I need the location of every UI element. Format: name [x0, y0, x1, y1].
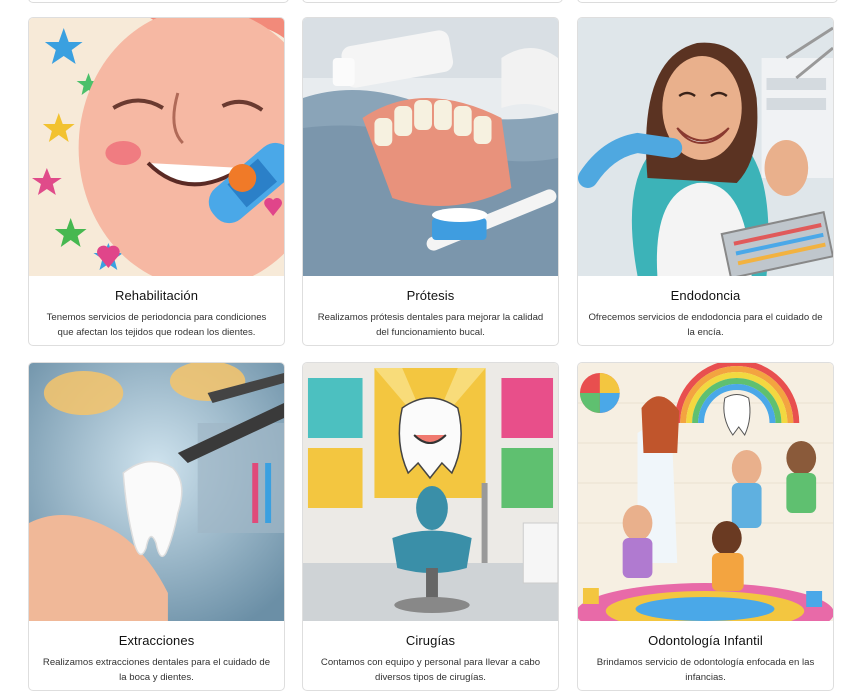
service-description: Realizamos extracciones dentales para el… [42, 657, 271, 683]
service-title: Endodoncia [670, 288, 741, 303]
service-description: Tenemos servicios de periodoncia para co… [46, 312, 267, 338]
kids-dentist-image [578, 363, 833, 621]
service-description: Ofrecemos servicios de endodoncia para e… [588, 312, 823, 338]
service-description: Contamos con equipo y personal para llev… [320, 657, 541, 683]
service-card-extracciones[interactable]: Extracciones Realizamos extracciones den… [28, 362, 285, 691]
service-card-cirugias[interactable]: Cirugías Contamos con equipo y personal … [302, 362, 559, 691]
previous-card-edge [577, 0, 838, 3]
service-title: Extracciones [118, 633, 195, 648]
service-card-odontologia-infantil[interactable]: Odontología Infantil Brindamos servicio … [577, 362, 834, 691]
service-title: Prótesis [406, 288, 455, 303]
service-title: Odontología Infantil [648, 633, 763, 648]
service-title: Cirugías [405, 633, 456, 648]
service-title: Rehabilitación [114, 288, 199, 303]
previous-card-edge [28, 0, 289, 3]
previous-card-edge [302, 0, 563, 3]
denture-toothbrush-image [303, 18, 558, 276]
dental-chair-room-image [303, 363, 558, 621]
smiling-patient-image [578, 18, 833, 276]
service-card-rehabilitacion[interactable]: Rehabilitación Tenemos servicios de peri… [28, 17, 285, 346]
cartoon-face-bandage-image [29, 18, 284, 276]
service-description: Brindamos servicio de odontología enfoca… [596, 657, 815, 683]
service-description: Realizamos prótesis dentales para mejora… [317, 312, 544, 338]
service-card-endodoncia[interactable]: Endodoncia Ofrecemos servicios de endodo… [577, 17, 834, 346]
service-card-protesis[interactable]: Prótesis Realizamos prótesis dentales pa… [302, 17, 559, 346]
extracted-tooth-image [29, 363, 284, 621]
